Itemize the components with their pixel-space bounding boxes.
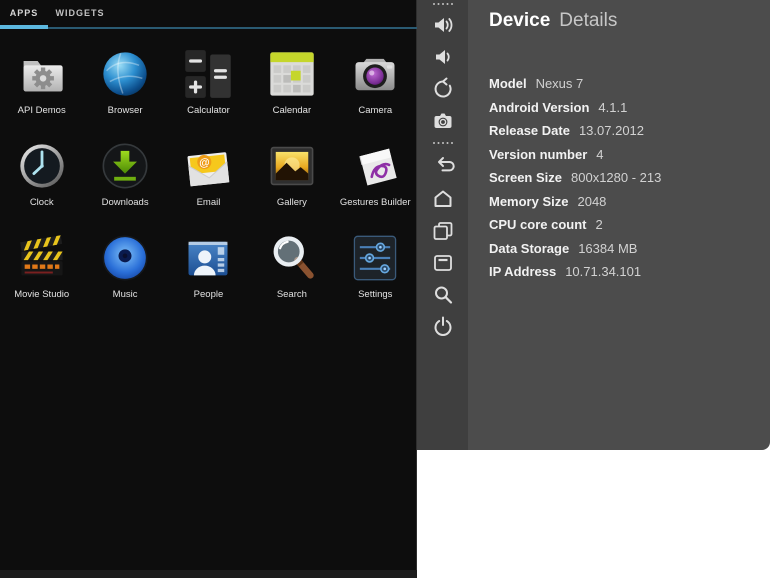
app-label: Calendar bbox=[272, 105, 312, 116]
app-drawer-tabbar: APPS WIDGETS bbox=[0, 0, 417, 30]
app-downloads[interactable]: Downloads bbox=[83, 132, 166, 224]
api-demos-icon bbox=[16, 48, 68, 100]
app-calendar[interactable]: Calendar bbox=[250, 40, 333, 132]
app-settings[interactable]: Settings bbox=[334, 224, 417, 316]
app-label: API Demos bbox=[17, 105, 66, 116]
app-search[interactable]: Search bbox=[250, 224, 333, 316]
app-label: Music bbox=[112, 289, 138, 300]
gallery-icon bbox=[266, 140, 318, 192]
app-email[interactable]: @ Email bbox=[167, 132, 250, 224]
app-camera[interactable]: Camera bbox=[334, 40, 417, 132]
gestures-builder-icon bbox=[349, 140, 401, 192]
back-icon[interactable] bbox=[431, 154, 455, 178]
home-icon[interactable] bbox=[431, 187, 455, 211]
genymotion-emulator-window: APPS WIDGETS API Demos Browser Calculato… bbox=[0, 0, 770, 578]
detail-rows: Model Nexus 7 Android Version 4.1.1 Releas… bbox=[489, 72, 760, 284]
app-label: Email bbox=[196, 197, 221, 208]
app-browser[interactable]: Browser bbox=[83, 40, 166, 132]
detail-row-android-version: Android Version 4.1.1 bbox=[489, 99, 628, 115]
emulator-toolbar bbox=[417, 0, 468, 450]
app-calculator[interactable]: Calculator bbox=[167, 40, 250, 132]
drag-dots-icon[interactable] bbox=[431, 139, 455, 147]
screenshot-camera-icon[interactable] bbox=[431, 109, 455, 133]
volume-up-icon[interactable] bbox=[431, 13, 455, 37]
search-app-icon bbox=[266, 232, 318, 284]
app-music[interactable]: Music bbox=[83, 224, 166, 316]
app-label: Movie Studio bbox=[14, 289, 70, 300]
app-grid: API Demos Browser Calculator Calendar Ca… bbox=[0, 40, 417, 316]
app-label: Gallery bbox=[276, 197, 307, 208]
detail-row-version-number: Version number 4 bbox=[489, 146, 604, 162]
calendar-icon bbox=[266, 48, 318, 100]
calculator-icon bbox=[182, 48, 234, 100]
app-people[interactable]: People bbox=[167, 224, 250, 316]
recents-icon[interactable] bbox=[431, 219, 455, 243]
tab-apps[interactable]: APPS bbox=[0, 0, 48, 26]
settings-icon bbox=[349, 232, 401, 284]
movie-studio-icon bbox=[16, 232, 68, 284]
device-details-panel: Device Details Model Nexus 7 Android Versi… bbox=[417, 0, 770, 450]
detail-row-cpu-core-count: CPU core count 2 bbox=[489, 217, 603, 232]
app-label: People bbox=[193, 289, 224, 300]
app-label: Calculator bbox=[187, 105, 230, 116]
menu-icon[interactable] bbox=[431, 251, 455, 275]
clock-icon bbox=[16, 140, 68, 192]
app-label: Browser bbox=[107, 105, 143, 116]
navigation-bar bbox=[0, 570, 417, 578]
detail-row-ip-address: IP Address 10.71.34.101 bbox=[489, 264, 642, 279]
volume-down-icon[interactable] bbox=[431, 45, 455, 69]
music-icon bbox=[99, 232, 151, 284]
detail-row-model: Model Nexus 7 bbox=[489, 76, 584, 91]
panel-title-primary: Device bbox=[489, 10, 551, 31]
app-gallery[interactable]: Gallery bbox=[250, 132, 333, 224]
svg-text:@: @ bbox=[199, 156, 211, 169]
app-label: Clock bbox=[29, 197, 54, 208]
device-details: Device Details Model Nexus 7 Android Versi… bbox=[468, 0, 770, 450]
active-tab-indicator bbox=[0, 25, 48, 29]
browser-icon bbox=[99, 48, 151, 100]
detail-row-screen-size: Screen Size 800x1280 - 213 bbox=[489, 170, 662, 185]
tab-widgets[interactable]: WIDGETS bbox=[48, 0, 112, 26]
app-label: Settings bbox=[358, 289, 393, 300]
power-icon[interactable] bbox=[431, 315, 455, 339]
app-label: Search bbox=[276, 289, 307, 300]
people-icon bbox=[182, 232, 234, 284]
downloads-icon bbox=[99, 140, 151, 192]
app-gestures-builder[interactable]: Gestures Builder bbox=[334, 132, 417, 224]
app-clock[interactable]: Clock bbox=[0, 132, 83, 224]
detail-row-memory-size: Memory Size 2048 bbox=[489, 193, 607, 209]
email-icon: @ bbox=[182, 140, 234, 192]
app-api-demos[interactable]: API Demos bbox=[0, 40, 83, 132]
tab-underline bbox=[0, 27, 417, 29]
search-icon[interactable] bbox=[431, 283, 455, 307]
app-label: Downloads bbox=[101, 197, 149, 208]
detail-row-data-storage: Data Storage 16384 MB bbox=[489, 240, 638, 256]
panel-title-secondary: Details bbox=[559, 10, 618, 31]
rotate-icon[interactable] bbox=[431, 77, 455, 101]
android-screen: APPS WIDGETS API Demos Browser Calculato… bbox=[0, 0, 417, 578]
detail-row-release-date: Release Date 13.07.2012 bbox=[489, 123, 645, 138]
panel-title: Device Details bbox=[489, 10, 617, 32]
drag-dots-icon[interactable] bbox=[431, 0, 455, 8]
app-label: Gestures Builder bbox=[339, 197, 411, 208]
app-movie-studio[interactable]: Movie Studio bbox=[0, 224, 83, 316]
app-label: Camera bbox=[358, 105, 393, 116]
camera-icon bbox=[349, 48, 401, 100]
